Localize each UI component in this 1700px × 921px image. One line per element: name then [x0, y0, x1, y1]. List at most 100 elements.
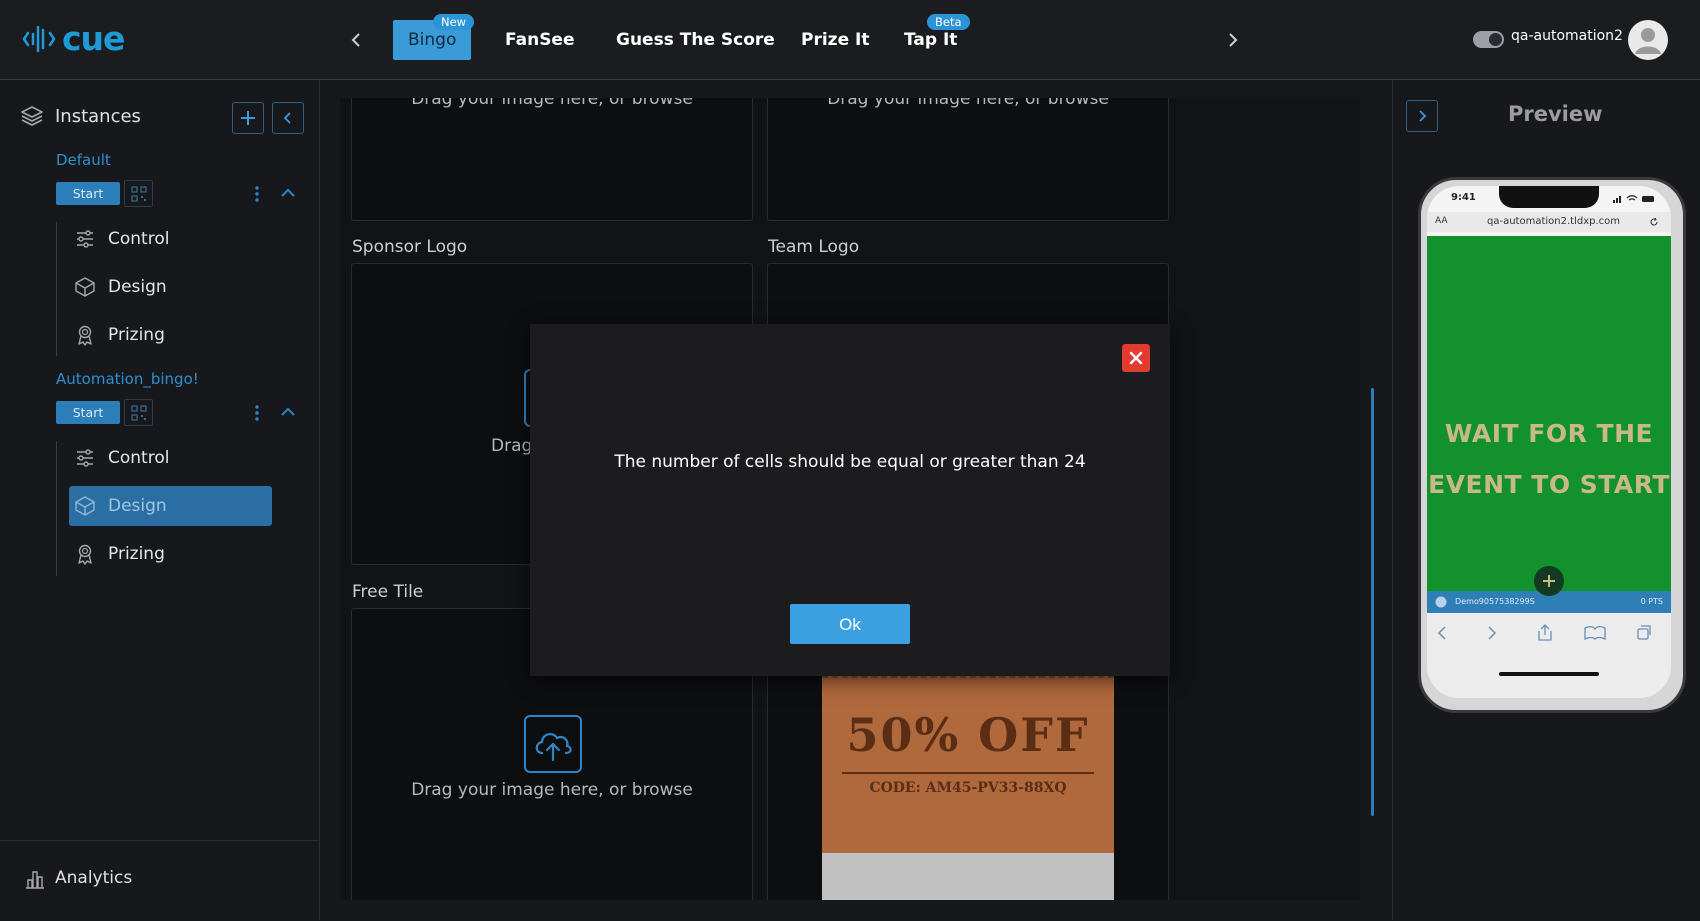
coupon-card: 50% OFF CODE: AM45-PV33-88XQ — [822, 676, 1114, 853]
wait-line-1: WAIT FOR THE — [1444, 419, 1654, 448]
plus-icon — [1543, 575, 1555, 587]
cloud-upload-icon — [535, 732, 572, 762]
sidebar-item-label: Prizing — [108, 544, 165, 564]
preview-title: Preview — [1508, 102, 1603, 126]
toggle-knob — [1489, 33, 1502, 46]
qr-code-icon — [130, 404, 147, 421]
reload-icon — [1650, 217, 1658, 226]
instance-name-automation-bingo[interactable]: Automation_bingo! — [56, 370, 199, 388]
user-avatar-icon — [1635, 28, 1661, 54]
sidebar-item-label: Control — [108, 448, 170, 468]
bar-chart-icon — [26, 871, 44, 889]
chevron-up-icon[interactable] — [280, 187, 296, 199]
instance-name-default[interactable]: Default — [56, 151, 111, 169]
team-logo-label: Team Logo — [768, 237, 860, 257]
sidebar-title: Instances — [55, 106, 141, 127]
coupon-divider — [842, 772, 1094, 774]
top-navigation-bar: cue Bingo New FanSee Guess The Score Pri… — [0, 0, 1700, 80]
brand-name: cue — [62, 19, 125, 58]
info-icon — [1435, 596, 1447, 608]
close-icon — [1129, 351, 1143, 365]
add-instance-button[interactable] — [232, 102, 264, 134]
player-points: 0 PTS — [1640, 597, 1663, 606]
new-badge: New — [433, 14, 475, 30]
sidebar-item-prizing[interactable]: Prizing — [69, 534, 272, 574]
start-button[interactable]: Start — [56, 182, 120, 205]
tab-fansee[interactable]: FanSee — [505, 20, 575, 60]
more-options-icon[interactable] — [252, 184, 262, 204]
app-logo[interactable]: cue — [22, 19, 125, 58]
upload-icon — [524, 715, 582, 773]
chevron-left-icon — [283, 112, 291, 124]
safari-toolbar-icons — [1437, 624, 1651, 641]
browser-url-bar: AA qa-automation2.tldxp.com — [1427, 212, 1671, 232]
tree-line — [56, 441, 57, 576]
content-scrollbar[interactable] — [1371, 388, 1374, 816]
username[interactable]: qa-automation2 — [1511, 28, 1623, 44]
start-button[interactable]: Start — [56, 401, 120, 424]
cube-icon — [75, 277, 95, 297]
preview-panel: Preview 9:41 AA qa-automation2.tldxp.com… — [1392, 80, 1700, 920]
more-options-icon[interactable] — [252, 403, 262, 423]
dialog-message: The number of cells should be equal or g… — [614, 452, 1086, 472]
game-screen: WAIT FOR THE EVENT TO START — [1427, 236, 1671, 591]
wait-line-2: EVENT TO START — [1428, 470, 1670, 499]
validation-dialog: The number of cells should be equal or g… — [530, 324, 1170, 676]
free-tile-label: Free Tile — [352, 582, 424, 602]
analytics-link[interactable]: Analytics — [0, 840, 319, 921]
tabs-scroll-left-icon[interactable] — [341, 25, 371, 55]
dropzone-text[interactable]: Drag your image here, or browse — [768, 98, 1168, 109]
plus-icon — [241, 111, 255, 125]
tab-guess-the-score[interactable]: Guess The Score — [616, 20, 775, 60]
home-indicator — [1499, 672, 1599, 676]
collapse-sidebar-button[interactable] — [272, 102, 304, 134]
tab-prize-it[interactable]: Prize It — [801, 20, 869, 60]
chevron-right-icon — [1419, 110, 1427, 122]
layers-icon — [21, 106, 43, 126]
status-time: 9:41 — [1451, 192, 1476, 203]
sidebar-item-prizing[interactable]: Prizing — [69, 315, 272, 355]
image-dropzone[interactable]: Drag your image here, or browse — [767, 98, 1169, 221]
avatar[interactable] — [1628, 20, 1668, 60]
dropzone-text[interactable]: Drag your image here, or browse — [352, 98, 752, 109]
phone-screen: 9:41 AA qa-automation2.tldxp.com WAIT FO… — [1427, 186, 1671, 698]
url-text: qa-automation2.tldxp.com — [1487, 216, 1621, 227]
qr-code-button[interactable] — [124, 180, 153, 207]
sidebar-item-design[interactable]: Design — [69, 267, 272, 307]
award-icon — [78, 325, 92, 346]
sidebar-item-control[interactable]: Control — [69, 438, 272, 478]
tabs-scroll-right-icon[interactable] — [1218, 25, 1248, 55]
sidebar-item-design-active[interactable]: Design — [69, 486, 272, 526]
waveform-logo-icon — [22, 25, 56, 53]
chevron-up-icon[interactable] — [280, 406, 296, 418]
collapse-preview-button[interactable] — [1406, 100, 1438, 132]
sidebar-item-label: Control — [108, 229, 170, 249]
sliders-icon — [77, 449, 93, 467]
qr-code-icon — [130, 185, 147, 202]
ok-button[interactable]: Ok — [790, 604, 910, 644]
add-button[interactable] — [1534, 566, 1564, 596]
player-id: Demo9057538299S — [1455, 597, 1535, 606]
browser-toolbar — [1427, 614, 1671, 698]
instances-sidebar: Instances Default Start Control Design P… — [0, 80, 320, 920]
sliders-icon — [77, 230, 93, 248]
cube-icon — [75, 496, 95, 516]
coupon-code: CODE: AM45-PV33-88XQ — [869, 780, 1067, 796]
analytics-label: Analytics — [55, 868, 133, 888]
dropzone-text[interactable]: Drag your image here, or browse — [352, 780, 752, 800]
qr-code-button[interactable] — [124, 399, 153, 426]
phone-notch — [1499, 186, 1599, 208]
tab-bingo-label: Bingo — [408, 30, 457, 50]
close-dialog-button[interactable] — [1122, 344, 1150, 372]
sidebar-item-label: Prizing — [108, 325, 165, 345]
sidebar-item-label: Design — [108, 277, 167, 297]
image-dropzone[interactable]: Drag your image here, or browse — [351, 98, 753, 221]
text-size-button: AA — [1435, 216, 1448, 226]
coupon-image: 50% OFF CODE: AM45-PV33-88XQ — [822, 676, 1114, 900]
tree-line — [56, 222, 57, 356]
theme-toggle[interactable] — [1473, 31, 1504, 48]
sidebar-item-control[interactable]: Control — [69, 219, 272, 259]
sidebar-item-label: Design — [108, 496, 167, 516]
coupon-discount: 50% OFF — [846, 708, 1090, 762]
status-icons — [1613, 195, 1654, 203]
